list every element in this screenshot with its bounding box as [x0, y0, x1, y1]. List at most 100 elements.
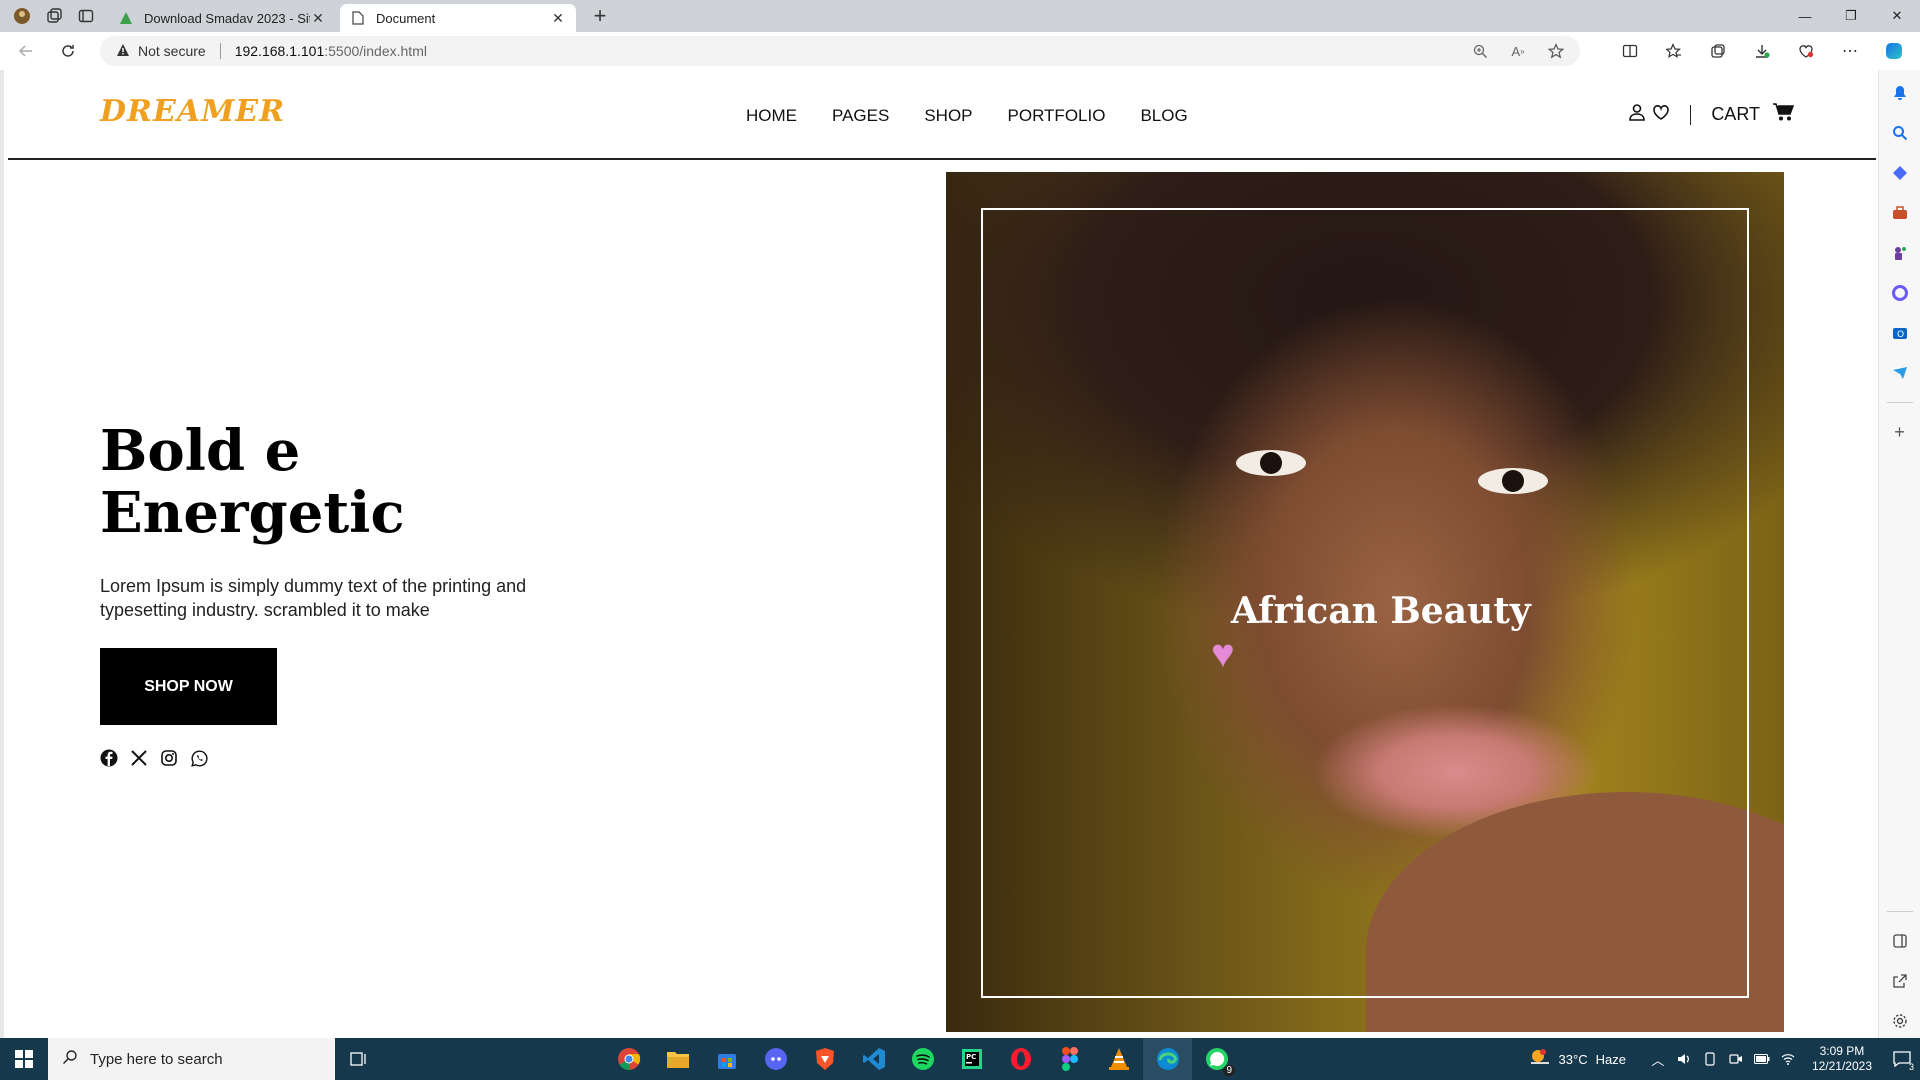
facebook-icon[interactable]	[100, 749, 118, 767]
close-tab-icon[interactable]: ✕	[550, 10, 566, 27]
zoom-icon[interactable]	[1470, 41, 1490, 61]
start-button[interactable]	[0, 1038, 48, 1080]
add-sidebar-app-icon[interactable]: +	[1889, 421, 1911, 443]
settings-gear-icon[interactable]	[1889, 1010, 1911, 1032]
tab-document[interactable]: Document ✕	[340, 4, 576, 32]
search-icon[interactable]	[1889, 122, 1911, 144]
spotify-icon[interactable]	[898, 1038, 947, 1080]
chrome-icon[interactable]	[604, 1038, 653, 1080]
cart-icon[interactable]	[1772, 102, 1795, 127]
url-path: :5500/index.html	[324, 43, 427, 59]
hide-sidebar-icon[interactable]	[1889, 930, 1911, 952]
meet-now-icon[interactable]	[1728, 1051, 1744, 1067]
address-bar[interactable]: Not secure 192.168.1.101 :5500/index.htm…	[100, 36, 1580, 66]
shopping-icon[interactable]	[1889, 162, 1911, 184]
figma-icon[interactable]	[1045, 1038, 1094, 1080]
whatsapp-icon[interactable]	[190, 749, 208, 767]
browser-essentials-icon[interactable]	[1790, 35, 1822, 67]
profile-icon[interactable]	[12, 6, 32, 26]
user-icon[interactable]	[1628, 103, 1646, 126]
document-favicon-icon	[350, 10, 366, 26]
whatsapp-taskbar-icon[interactable]: 9	[1192, 1038, 1241, 1080]
vscode-icon[interactable]	[849, 1038, 898, 1080]
shop-now-button[interactable]: SHOP NOW	[100, 648, 277, 725]
image-caption: African Beauty	[1231, 590, 1531, 632]
browser-toolbar: Not secure 192.168.1.101 :5500/index.htm…	[0, 32, 1920, 70]
more-options-icon[interactable]: ⋯	[1834, 35, 1866, 67]
header-divider	[1690, 104, 1692, 125]
notification-center-icon[interactable]: 3	[1884, 1038, 1920, 1080]
nav-home[interactable]: HOME	[746, 106, 797, 126]
wifi-icon[interactable]	[1780, 1051, 1796, 1067]
browser-tab-bar: Download Smadav 2023 - Situs P ✕ Documen…	[0, 0, 1920, 32]
sidebar-divider	[1886, 911, 1913, 912]
back-icon[interactable]	[10, 35, 42, 67]
tab-title: Download Smadav 2023 - Situs P	[144, 10, 310, 26]
volume-icon[interactable]	[1676, 1051, 1692, 1067]
taskbar-clock[interactable]: 3:09 PM 12/21/2023	[1812, 1044, 1872, 1074]
drop-icon[interactable]	[1889, 362, 1911, 384]
refresh-icon[interactable]	[52, 35, 84, 67]
restore-icon[interactable]: ❐	[1828, 0, 1874, 32]
tools-icon[interactable]	[1889, 202, 1911, 224]
edge-icon[interactable]	[1143, 1038, 1192, 1080]
microsoft-store-icon[interactable]	[702, 1038, 751, 1080]
copilot-icon[interactable]	[1878, 35, 1910, 67]
warning-icon[interactable]	[116, 43, 130, 60]
nav-pages[interactable]: PAGES	[832, 106, 889, 126]
weather-temperature: 33°C	[1558, 1051, 1588, 1067]
file-explorer-icon[interactable]	[653, 1038, 702, 1080]
favorites-icon[interactable]	[1658, 35, 1690, 67]
downloads-icon[interactable]	[1746, 35, 1778, 67]
taskbar-search[interactable]: Type here to search	[48, 1038, 335, 1080]
vlc-icon[interactable]	[1094, 1038, 1143, 1080]
security-label: Not secure	[138, 43, 206, 59]
read-aloud-icon[interactable]: A»	[1508, 41, 1528, 61]
notification-count: 3	[1908, 1062, 1914, 1072]
hero-title-line-2: Energetic	[100, 480, 405, 546]
external-link-icon[interactable]	[1889, 970, 1911, 992]
notifications-icon[interactable]	[1889, 82, 1911, 104]
instagram-icon[interactable]	[160, 749, 178, 767]
nav-portfolio[interactable]: PORTFOLIO	[1008, 106, 1106, 126]
pycharm-icon[interactable]: PC	[947, 1038, 996, 1080]
show-hidden-icons-icon[interactable]: ︿	[1650, 1051, 1666, 1068]
tab-smadav[interactable]: Download Smadav 2023 - Situs P ✕	[108, 4, 336, 32]
opera-icon[interactable]	[996, 1038, 1045, 1080]
phone-link-icon[interactable]	[1702, 1051, 1718, 1067]
hero-title: Bold e Energetic	[100, 420, 620, 544]
url-host: 192.168.1.101	[234, 43, 325, 59]
outlook-icon[interactable]: O	[1889, 322, 1911, 344]
hero-description: Lorem Ipsum is simply dummy text of the …	[100, 576, 527, 620]
address-separator	[219, 43, 221, 59]
collections-icon[interactable]	[1702, 35, 1734, 67]
wishlist-heart-icon[interactable]	[1652, 103, 1670, 126]
tab-actions-icon[interactable]	[76, 6, 96, 26]
close-window-icon[interactable]: ✕	[1874, 0, 1920, 32]
minimize-icon[interactable]: —	[1782, 0, 1828, 32]
split-screen-icon[interactable]	[1614, 35, 1646, 67]
cart-label[interactable]: CART	[1711, 104, 1760, 125]
browser-tools: ⋯	[1614, 35, 1910, 67]
x-icon[interactable]	[130, 749, 148, 767]
taskbar-search-placeholder: Type here to search	[90, 1050, 223, 1068]
workspaces-icon[interactable]	[44, 6, 64, 26]
close-tab-icon[interactable]: ✕	[310, 10, 326, 27]
weather-widget[interactable]: 33°C Haze	[1529, 1048, 1626, 1071]
favorite-star-icon[interactable]	[1546, 41, 1566, 61]
windows-taskbar: Type here to search PC 9 33°C Haze ︿ 3:0…	[0, 1038, 1920, 1080]
hero-title-line-1: Bold e	[100, 418, 301, 484]
svg-text:O: O	[1897, 330, 1904, 340]
microsoft-365-icon[interactable]	[1889, 282, 1911, 304]
battery-icon[interactable]	[1753, 1051, 1770, 1067]
nav-blog[interactable]: BLOG	[1140, 106, 1187, 126]
site-logo[interactable]: DREAMER	[100, 94, 285, 129]
games-icon[interactable]	[1889, 242, 1911, 264]
main-nav: HOME PAGES SHOP PORTFOLIO BLOG	[746, 106, 1188, 126]
new-tab-button[interactable]: +	[588, 5, 612, 27]
task-view-icon[interactable]	[335, 1038, 383, 1080]
brave-icon[interactable]	[800, 1038, 849, 1080]
hero-content: Bold e Energetic Lorem Ipsum is simply d…	[100, 420, 620, 767]
nav-shop[interactable]: SHOP	[924, 106, 972, 126]
discord-icon[interactable]	[751, 1038, 800, 1080]
